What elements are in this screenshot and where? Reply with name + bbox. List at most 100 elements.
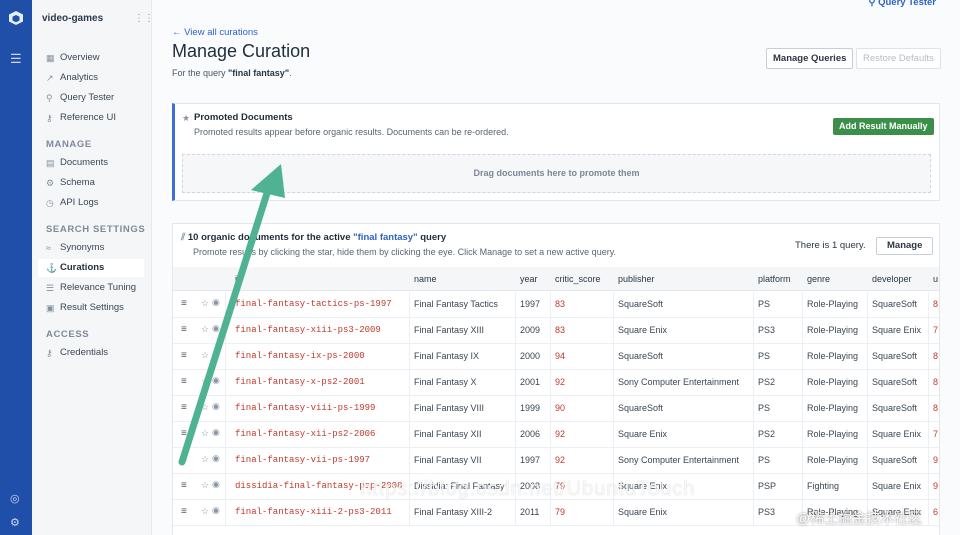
column-header-publisher[interactable]: publisher bbox=[618, 274, 655, 284]
column-divider bbox=[753, 396, 754, 422]
column-divider bbox=[867, 396, 868, 422]
table-row[interactable]: ≡ ☆ ◉ final-fantasy-ix-ps-2000 Final Fantasy… bbox=[173, 344, 939, 370]
help-icon[interactable]: ◎ bbox=[10, 492, 20, 505]
column-divider bbox=[550, 318, 551, 344]
doc-u: 8 bbox=[933, 351, 939, 361]
manage-queries-button[interactable]: Manage Queries bbox=[766, 48, 854, 69]
table-row[interactable]: ≡ ☆ ◉ final-fantasy-x-ps2-2001 Final Fantasy… bbox=[173, 370, 939, 396]
hide-eye-icon[interactable]: ◉ bbox=[212, 479, 220, 490]
hide-eye-icon[interactable]: ◉ bbox=[212, 401, 220, 412]
column-divider bbox=[225, 396, 226, 422]
table-row[interactable]: ≡ ☆ ◉ final-fantasy-xiii-ps3-2009 Final Fant… bbox=[173, 318, 939, 344]
drag-handle-icon[interactable]: ≡ bbox=[181, 402, 187, 413]
promote-star-icon[interactable]: ☆ bbox=[201, 428, 209, 439]
doc-critic-score: 92 bbox=[555, 429, 566, 439]
drag-handle-icon[interactable]: ≡ bbox=[181, 298, 187, 309]
column-divider bbox=[753, 318, 754, 344]
promote-dropzone[interactable]: Drag documents here to promote them bbox=[182, 154, 931, 193]
sidebar-item-schema[interactable]: ⚙ Schema bbox=[46, 174, 144, 192]
hide-eye-icon[interactable]: ◉ bbox=[212, 297, 220, 308]
doc-year: 2000 bbox=[520, 351, 541, 361]
column-divider bbox=[928, 318, 929, 344]
column-divider bbox=[802, 448, 803, 474]
sidebar-item-result-settings[interactable]: ▣ Result Settings bbox=[46, 299, 144, 317]
hide-eye-icon[interactable]: ◉ bbox=[212, 505, 220, 516]
drag-handle-icon[interactable]: ≡ bbox=[181, 506, 187, 517]
drag-handle-icon[interactable]: ≡ bbox=[181, 428, 187, 439]
doc-year: 1999 bbox=[520, 403, 541, 413]
hamburger-menu-icon[interactable]: ☰ bbox=[10, 52, 22, 65]
hide-eye-icon[interactable]: ◉ bbox=[212, 427, 220, 438]
promote-star-icon[interactable]: ☆ bbox=[201, 350, 209, 361]
doc-publisher: Square Enix bbox=[618, 507, 668, 517]
promote-star-icon[interactable]: ☆ bbox=[201, 402, 209, 413]
grid-menu-icon[interactable]: ⋮⋮ bbox=[134, 13, 154, 24]
drag-handle-icon[interactable]: ≡ bbox=[181, 350, 187, 361]
hide-eye-icon[interactable]: ◉ bbox=[212, 375, 220, 386]
column-divider bbox=[867, 318, 868, 344]
column-divider bbox=[550, 370, 551, 396]
hide-eye-icon[interactable]: ◉ bbox=[212, 453, 220, 464]
query-tester-link[interactable]: ⚲ Query Tester bbox=[868, 0, 936, 8]
column-header-developer[interactable]: developer bbox=[872, 274, 912, 284]
column-divider bbox=[225, 292, 226, 318]
promote-star-icon[interactable]: ☆ bbox=[201, 298, 209, 309]
drag-handle-icon[interactable]: ≡ bbox=[181, 376, 187, 387]
column-header-critic-score[interactable]: critic_score bbox=[555, 274, 601, 284]
column-divider bbox=[753, 448, 754, 474]
column-divider bbox=[550, 422, 551, 448]
column-divider bbox=[753, 292, 754, 318]
doc-year: 2009 bbox=[520, 325, 541, 335]
drag-handle-icon[interactable]: ≡ bbox=[181, 324, 187, 335]
add-result-manually-button[interactable]: Add Result Manually bbox=[833, 118, 934, 135]
table-row[interactable]: ≡ ☆ ◉ final-fantasy-xii-ps2-2006 Final Fanta… bbox=[173, 422, 939, 448]
table-row[interactable]: ≡ ☆ ◉ final-fantasy-viii-ps-1999 Final Fanta… bbox=[173, 396, 939, 422]
app-logo-icon[interactable] bbox=[8, 10, 24, 26]
column-header-id[interactable]: id bbox=[235, 274, 242, 284]
promote-star-icon[interactable]: ☆ bbox=[201, 454, 209, 465]
hide-eye-icon[interactable]: ◉ bbox=[212, 323, 220, 334]
promote-star-icon[interactable]: ☆ bbox=[201, 324, 209, 335]
watermark-url: https://blog.csdn.net/UbuntuTouch bbox=[360, 478, 696, 500]
sidebar-item-curations[interactable]: ⚓ Curations bbox=[38, 259, 144, 277]
promote-star-icon[interactable]: ☆ bbox=[201, 506, 209, 517]
table-row[interactable]: ≡ ☆ ◉ final-fantasy-vii-ps-1997 Final Fantas… bbox=[173, 448, 939, 474]
engine-name[interactable]: video-games bbox=[42, 13, 103, 24]
sidebar-item-documents[interactable]: ▤ Documents bbox=[46, 154, 144, 172]
drag-handle-icon[interactable]: ≡ bbox=[181, 480, 187, 491]
settings-icon[interactable]: ⚙ bbox=[10, 516, 20, 529]
column-header-year[interactable]: year bbox=[520, 274, 538, 284]
sidebar-item-synonyms[interactable]: ≈ Synonyms bbox=[46, 239, 144, 257]
column-divider bbox=[515, 448, 516, 474]
doc-platform: PS bbox=[758, 299, 771, 309]
section-access: ACCESS bbox=[46, 329, 90, 340]
drag-handle-icon[interactable]: ≡ bbox=[181, 454, 187, 465]
column-divider bbox=[515, 292, 516, 318]
restore-defaults-button[interactable]: Restore Defaults bbox=[856, 48, 941, 69]
column-header-name[interactable]: name bbox=[414, 274, 437, 284]
promote-star-icon[interactable]: ☆ bbox=[201, 376, 209, 387]
sidebar-item-overview[interactable]: ▦ Overview bbox=[46, 49, 144, 67]
curation-icon: ⫽ bbox=[181, 232, 188, 243]
sidebar-item-reference-ui[interactable]: ⚷ Reference UI bbox=[46, 109, 144, 127]
doc-year: 2006 bbox=[520, 429, 541, 439]
sidebar-item-credentials[interactable]: ⚷ Credentials bbox=[46, 344, 144, 362]
back-link[interactable]: ← View all curations bbox=[172, 27, 258, 38]
column-divider bbox=[802, 344, 803, 370]
column-header-genre[interactable]: genre bbox=[807, 274, 830, 284]
manage-button[interactable]: Manage bbox=[876, 237, 934, 255]
column-header-platform[interactable]: platform bbox=[758, 274, 791, 284]
column-divider bbox=[409, 370, 410, 396]
column-header-u[interactable]: u bbox=[933, 274, 938, 284]
sidebar-item-query-tester[interactable]: ⚲ Query Tester bbox=[46, 89, 144, 107]
doc-u: 8 bbox=[933, 403, 939, 413]
sidebar-item-analytics[interactable]: ↗ Analytics bbox=[46, 69, 144, 87]
column-divider bbox=[802, 292, 803, 318]
table-row[interactable]: ≡ ☆ ◉ final-fantasy-tactics-ps-1997 Final Fa… bbox=[173, 292, 939, 318]
sidebar-item-api-logs[interactable]: ◷ API Logs bbox=[46, 194, 144, 212]
hide-eye-icon[interactable]: ◉ bbox=[212, 349, 220, 360]
column-divider bbox=[550, 344, 551, 370]
sidebar-item-relevance-tuning[interactable]: ☰ Relevance Tuning bbox=[46, 279, 144, 297]
column-divider bbox=[928, 344, 929, 370]
promote-star-icon[interactable]: ☆ bbox=[201, 480, 209, 491]
